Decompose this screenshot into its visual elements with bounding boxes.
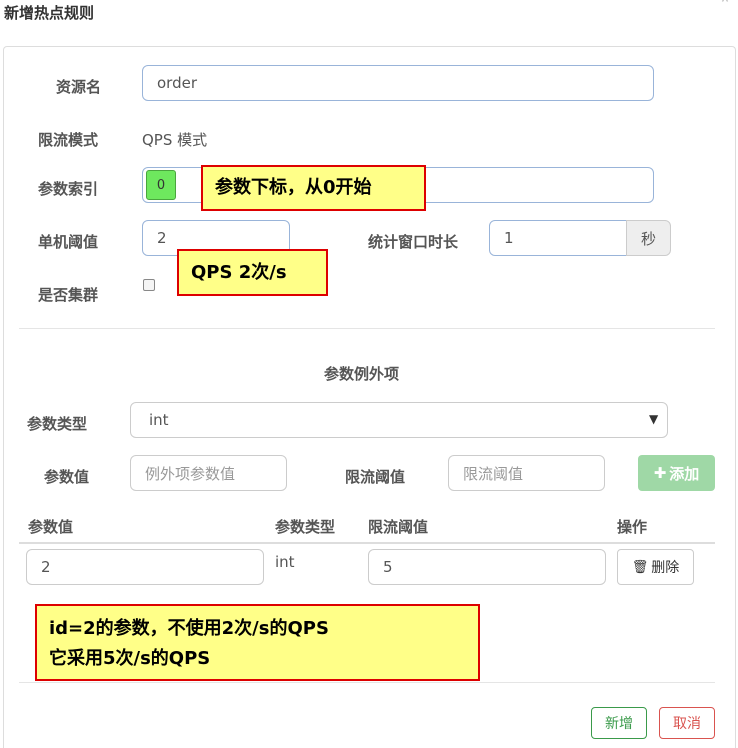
param-type-select[interactable]: int <box>130 402 668 438</box>
row-value-input[interactable]: 2 <box>26 549 264 585</box>
save-button[interactable]: 新增 <box>591 707 647 739</box>
delete-button[interactable]: 🗑 删除 <box>617 549 694 585</box>
window-unit: 秒 <box>626 220 671 256</box>
cluster-label: 是否集群 <box>38 286 99 304</box>
mode-label: 限流模式 <box>38 131 99 149</box>
resource-input[interactable]: order <box>142 65 654 101</box>
limit-input[interactable]: 限流阈值 <box>448 455 605 491</box>
qps-annotation: QPS 2次/s <box>177 249 328 296</box>
row-value: 2 <box>41 558 51 576</box>
window-label: 统计窗口时长 <box>368 233 459 251</box>
add-exception-button[interactable]: ✚ 添加 <box>638 455 715 491</box>
row-type: int <box>275 553 295 571</box>
resource-label: 资源名 <box>56 78 102 96</box>
col-header-value: 参数值 <box>28 518 74 536</box>
divider <box>19 328 715 329</box>
table-header-border <box>19 542 715 544</box>
dialog-title: 新增热点规则 <box>4 4 95 22</box>
plus-icon: ✚ <box>653 464 667 482</box>
mode-value: QPS 模式 <box>142 131 208 149</box>
close-icon[interactable]: ˄ <box>720 0 730 18</box>
cancel-button[interactable]: 取消 <box>659 707 715 739</box>
cluster-checkbox[interactable] <box>143 279 155 291</box>
window-input[interactable]: 1 <box>489 220 627 256</box>
col-header-type: 参数类型 <box>275 518 336 536</box>
param-type-label: 参数类型 <box>27 415 88 433</box>
exception-annotation-line1: id=2的参数，不使用2次/s的QPS <box>49 618 329 639</box>
exception-annotation-line2: 它采用5次/s的QPS <box>49 648 211 669</box>
index-value-highlight: 0 <box>146 170 176 200</box>
delete-button-label: 删除 <box>651 560 680 576</box>
row-limit: 5 <box>383 558 393 576</box>
trash-icon: 🗑 <box>631 559 649 575</box>
param-type-selected: int <box>149 411 169 429</box>
limit-label: 限流阈值 <box>345 468 406 486</box>
threshold-label: 单机阈值 <box>38 233 99 251</box>
col-header-action: 操作 <box>617 518 648 536</box>
col-header-limit: 限流阈值 <box>368 518 429 536</box>
index-value: 0 <box>156 177 166 193</box>
add-button-label: 添加 <box>669 464 700 483</box>
index-annotation: 参数下标，从0开始 <box>201 165 426 211</box>
footer-divider <box>19 682 715 683</box>
param-value-input[interactable]: 例外项参数值 <box>130 455 287 491</box>
exceptions-title: 参数例外项 <box>324 365 400 383</box>
resource-value: order <box>157 74 197 92</box>
limit-placeholder: 限流阈值 <box>463 464 524 483</box>
threshold-value: 2 <box>157 229 167 247</box>
window-value: 1 <box>504 229 514 247</box>
param-value-placeholder: 例外项参数值 <box>145 464 236 483</box>
param-value-label: 参数值 <box>44 468 90 486</box>
row-limit-input[interactable]: 5 <box>368 549 606 585</box>
chevron-down-icon: ▼ <box>649 412 659 426</box>
exception-annotation: id=2的参数，不使用2次/s的QPS 它采用5次/s的QPS <box>35 604 480 681</box>
index-label: 参数索引 <box>38 180 99 198</box>
